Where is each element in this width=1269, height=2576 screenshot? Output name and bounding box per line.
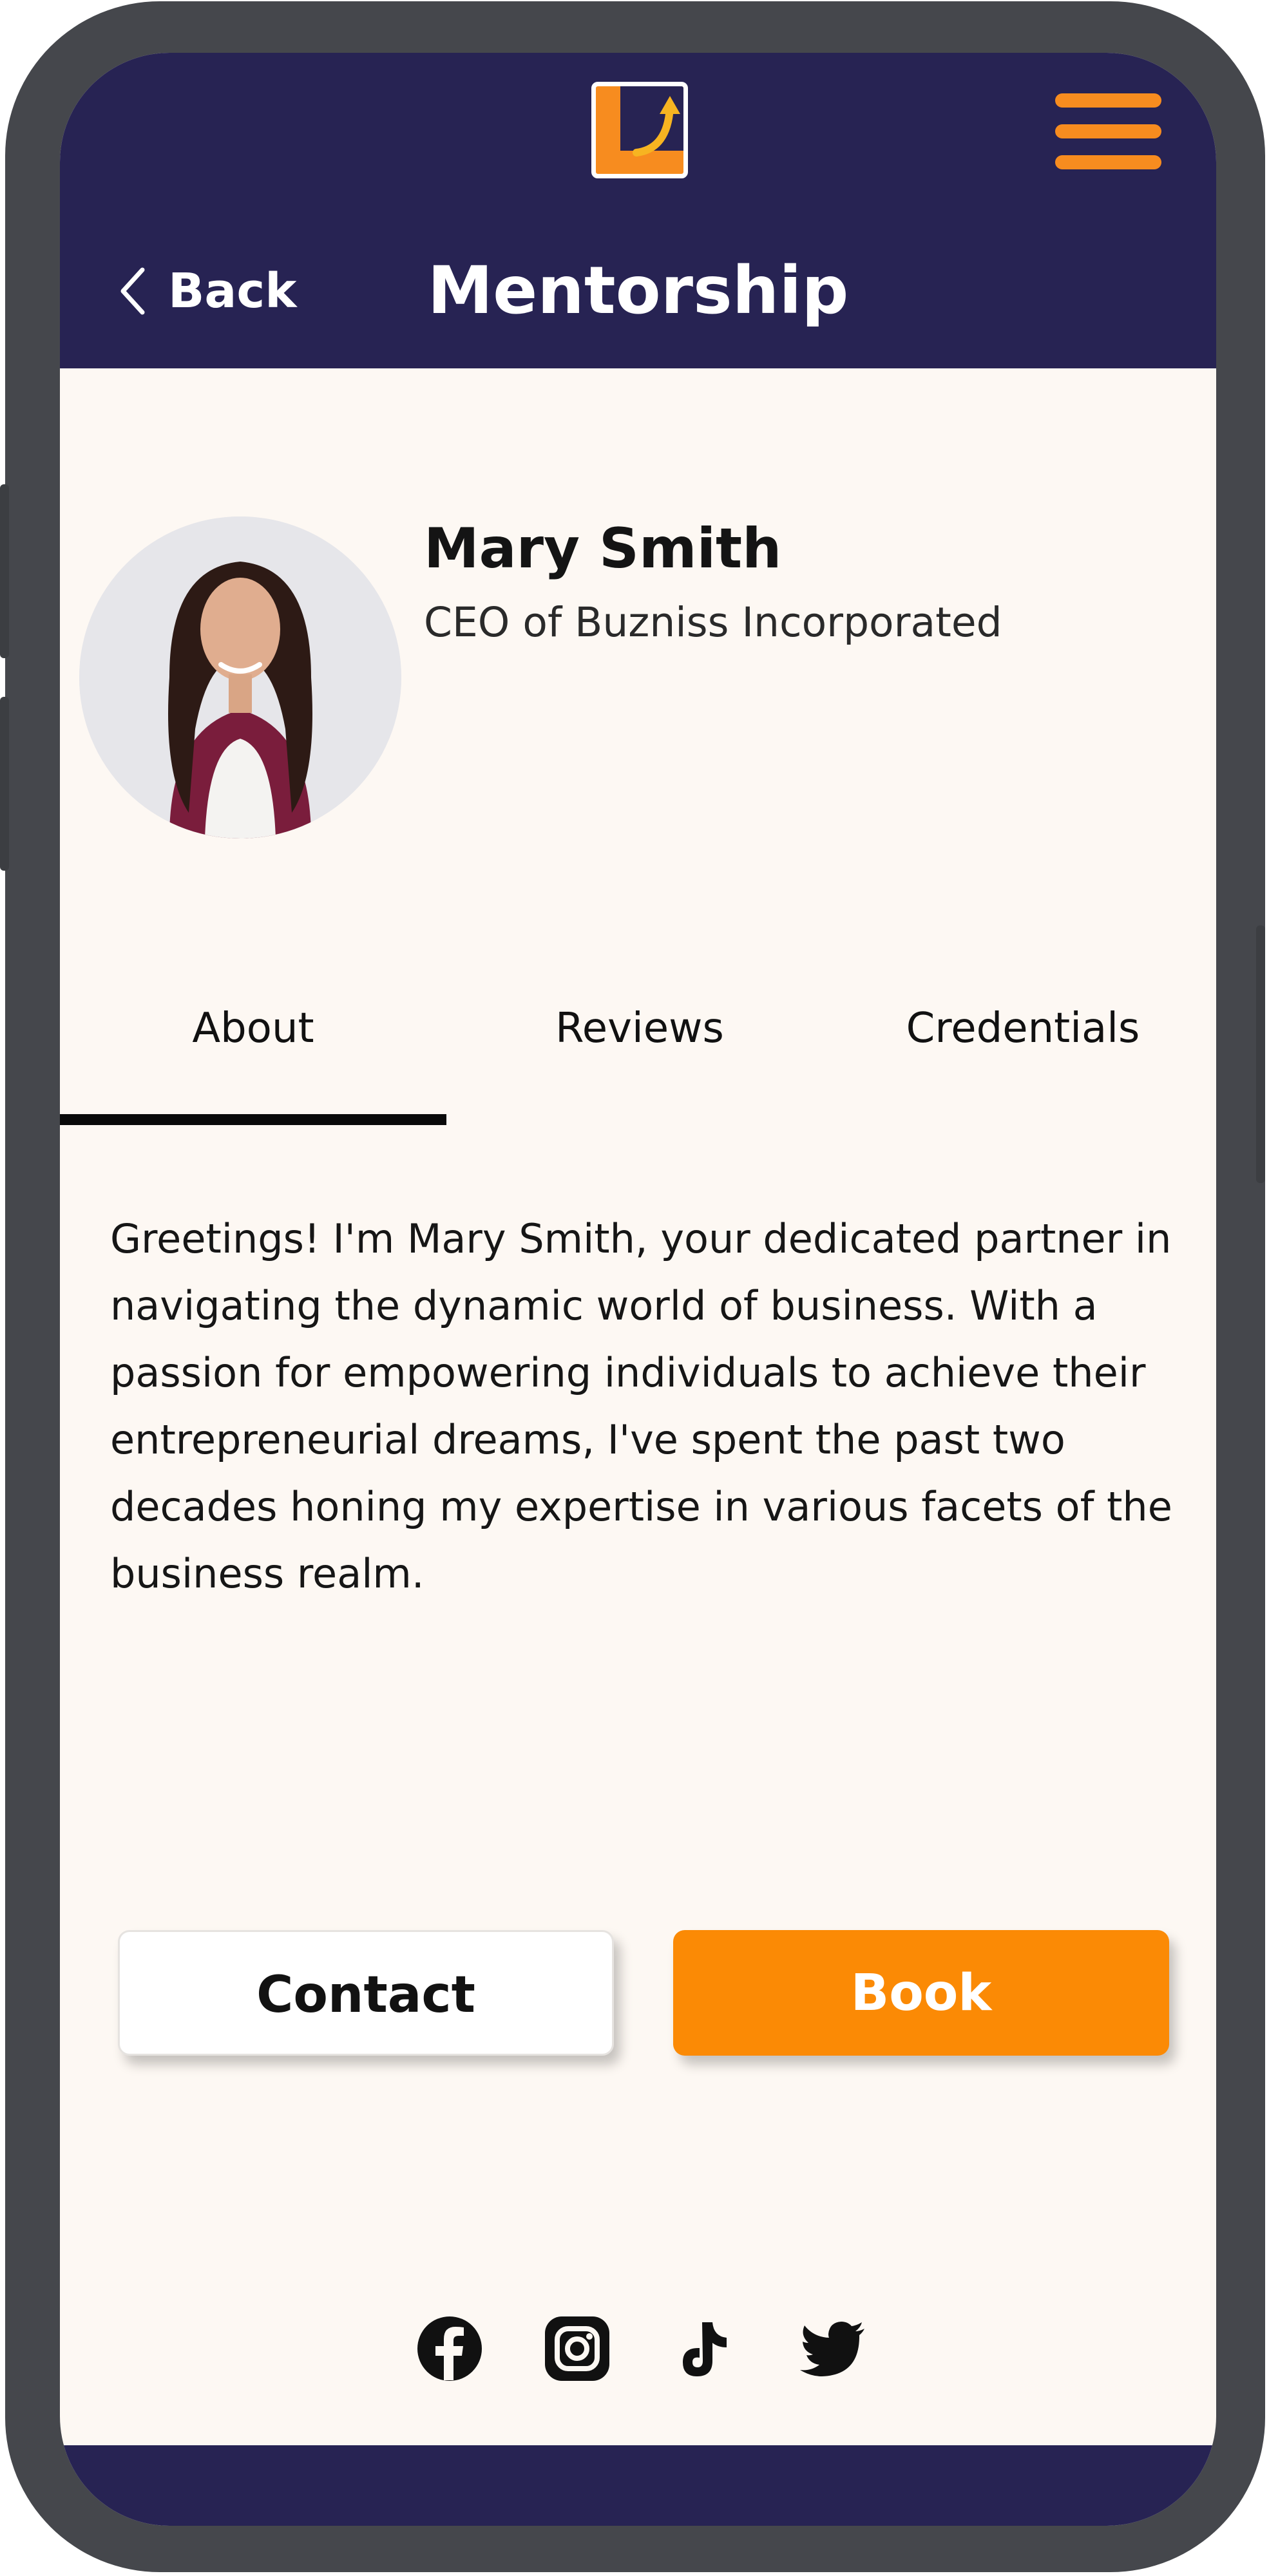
app-header: Back Mentorship [60,53,1216,368]
phone-side-button-left-top [0,484,9,658]
avatar [79,516,401,838]
book-button[interactable]: Book [673,1930,1169,2056]
logo-arrow-icon [633,96,680,156]
profile-name: Mary Smith [424,516,782,581]
tab-reviews[interactable]: Reviews [446,993,833,1064]
about-text: Greetings! I'm Mary Smith, your dedicate… [110,1215,1172,1597]
tab-credentials[interactable]: Credentials [830,993,1216,1064]
facebook-icon[interactable] [414,2313,485,2384]
phone-side-button-right [1256,925,1265,1183]
instagram-icon[interactable] [542,2313,613,2384]
profile-title: CEO of Buzniss Incorporated [424,599,1002,646]
active-tab-indicator [60,1114,446,1125]
phone-side-button-left-bottom [0,697,9,871]
hamburger-menu-icon[interactable] [1055,88,1161,175]
footer-bar [60,2445,1216,2526]
app-screen: Back Mentorship Mary Smith CEO of Buznis… [60,53,1216,2526]
phone-frame: Back Mentorship Mary Smith CEO of Buznis… [0,1,1265,2572]
tab-about[interactable]: About [60,993,446,1064]
contact-button[interactable]: Contact [118,1930,614,2056]
twitter-icon[interactable] [794,2313,872,2384]
page-title: Mentorship [427,252,849,329]
tiktok-icon[interactable] [669,2313,739,2384]
app-logo[interactable] [591,82,688,178]
